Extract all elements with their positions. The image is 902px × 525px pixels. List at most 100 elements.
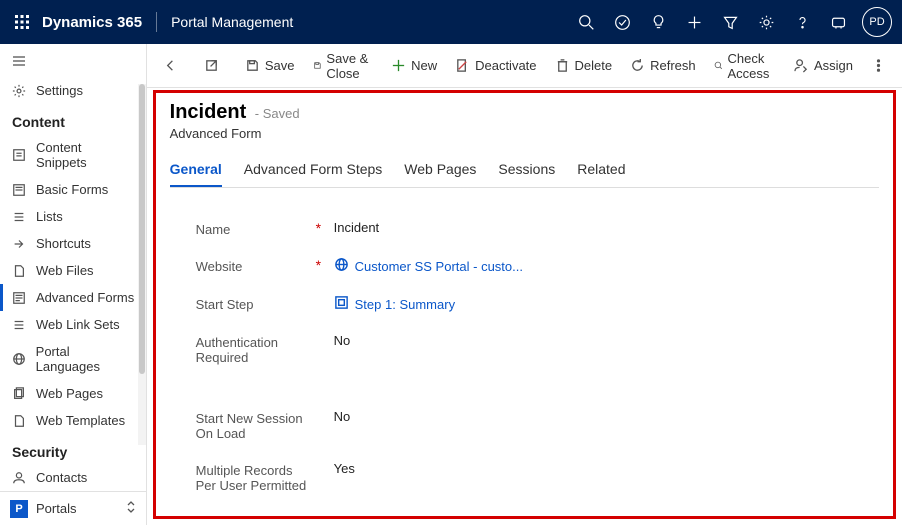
page-title: Incident xyxy=(170,101,247,124)
field-value: No xyxy=(334,333,351,348)
area-badge: P xyxy=(10,500,28,518)
field-label: Multiple Records Per User Permitted xyxy=(196,461,316,493)
field-label: Start Step xyxy=(196,295,316,312)
form-tabs: General Advanced Form Steps Web Pages Se… xyxy=(170,155,879,188)
check-access-label: Check Access xyxy=(728,51,776,81)
brand-label[interactable]: Dynamics 365 xyxy=(38,14,152,31)
refresh-button[interactable]: Refresh xyxy=(622,54,704,77)
sidebar-collapse-icon[interactable] xyxy=(0,48,146,77)
required-indicator: * xyxy=(316,220,334,236)
highlighted-region: Incident - Saved Advanced Form General A… xyxy=(153,90,896,519)
gear-icon[interactable] xyxy=(748,0,784,44)
new-button[interactable]: New xyxy=(383,54,445,77)
delete-button[interactable]: Delete xyxy=(547,54,621,77)
command-bar: Save Save & Close New Deactivate Delete … xyxy=(147,44,902,88)
sidebar-item-label: Shortcuts xyxy=(36,236,91,251)
tab-sessions[interactable]: Sessions xyxy=(498,155,555,187)
filter-icon[interactable] xyxy=(712,0,748,44)
sidebar-item-web-pages[interactable]: Web Pages xyxy=(0,380,146,407)
open-new-window-button[interactable] xyxy=(196,54,227,77)
snippet-icon xyxy=(10,148,28,162)
list-icon xyxy=(10,210,28,224)
template-icon xyxy=(10,414,28,428)
gear-icon xyxy=(10,84,28,98)
save-close-label: Save & Close xyxy=(326,51,373,81)
save-label: Save xyxy=(265,58,295,73)
sidebar-item-label: Web Templates xyxy=(36,413,125,428)
file-icon xyxy=(10,264,28,278)
tab-related[interactable]: Related xyxy=(577,155,625,187)
sidebar-item-basic-forms[interactable]: Basic Forms xyxy=(0,176,146,203)
sidebar-item-content-snippets[interactable]: Content Snippets xyxy=(0,134,146,176)
field-multiple-records[interactable]: Multiple Records Per User Permitted Yes xyxy=(196,451,853,503)
back-button[interactable] xyxy=(155,54,186,77)
app-launcher-icon[interactable] xyxy=(6,15,38,29)
globe-icon xyxy=(334,257,349,275)
more-commands-button[interactable] xyxy=(863,54,894,77)
start-step-link-text: Step 1: Summary xyxy=(355,297,455,312)
sidebar-item-shortcuts[interactable]: Shortcuts xyxy=(0,230,146,257)
form-body: Name * Incident Website * Customer SS Po… xyxy=(170,188,879,511)
step-icon xyxy=(334,295,349,313)
field-website[interactable]: Website * Customer SS Portal - custo... xyxy=(196,247,853,285)
scrollbar-thumb[interactable] xyxy=(139,84,145,374)
field-value: Incident xyxy=(334,220,380,235)
field-start-new-session[interactable]: Start New Session On Load No xyxy=(196,399,853,451)
area-switcher[interactable]: P Portals xyxy=(0,491,146,525)
sidebar-scrollbar[interactable] xyxy=(138,84,146,445)
tab-web-pages[interactable]: Web Pages xyxy=(404,155,476,187)
required-indicator: * xyxy=(316,257,334,273)
task-icon[interactable] xyxy=(604,0,640,44)
sidebar: Settings Content Content Snippets Basic … xyxy=(0,44,147,525)
links-icon xyxy=(10,318,28,332)
save-button[interactable]: Save xyxy=(237,54,303,77)
sidebar-item-web-files[interactable]: Web Files xyxy=(0,257,146,284)
field-label: Authentication Required xyxy=(196,333,316,365)
field-label: Start New Session On Load xyxy=(196,409,316,441)
header-divider xyxy=(156,12,157,32)
assign-button[interactable]: Assign xyxy=(786,54,861,77)
tab-advanced-form-steps[interactable]: Advanced Form Steps xyxy=(244,155,383,187)
sidebar-item-settings[interactable]: Settings xyxy=(0,77,146,104)
save-close-button[interactable]: Save & Close xyxy=(305,47,382,85)
sidebar-item-lists[interactable]: Lists xyxy=(0,203,146,230)
sidebar-item-advanced-forms[interactable]: Advanced Forms xyxy=(0,284,146,311)
tab-general[interactable]: General xyxy=(170,155,222,187)
field-value[interactable]: Customer SS Portal - custo... xyxy=(334,257,523,275)
sidebar-item-web-templates[interactable]: Web Templates xyxy=(0,407,146,434)
sidebar-item-label: Settings xyxy=(36,83,83,98)
deactivate-label: Deactivate xyxy=(475,58,536,73)
new-label: New xyxy=(411,58,437,73)
assign-label: Assign xyxy=(814,58,853,73)
add-icon[interactable] xyxy=(676,0,712,44)
globe-icon xyxy=(10,352,28,366)
help-icon[interactable] xyxy=(784,0,820,44)
sidebar-section-content: Content xyxy=(0,104,146,134)
delete-label: Delete xyxy=(575,58,613,73)
deactivate-button[interactable]: Deactivate xyxy=(447,54,544,77)
refresh-label: Refresh xyxy=(650,58,696,73)
search-icon[interactable] xyxy=(568,0,604,44)
field-auth-required[interactable]: Authentication Required No xyxy=(196,323,853,375)
sidebar-item-contacts[interactable]: Contacts xyxy=(0,464,146,491)
save-status: - Saved xyxy=(255,106,300,121)
sidebar-item-label: Contacts xyxy=(36,470,87,485)
avatar-initials: PD xyxy=(869,16,884,28)
field-label: Name xyxy=(196,220,316,237)
field-name[interactable]: Name * Incident xyxy=(196,210,853,247)
user-avatar[interactable]: PD xyxy=(862,7,892,37)
app-name[interactable]: Portal Management xyxy=(161,14,303,30)
sidebar-item-label: Web Link Sets xyxy=(36,317,120,332)
lightbulb-icon[interactable] xyxy=(640,0,676,44)
sidebar-item-label: Content Snippets xyxy=(36,140,136,170)
check-access-button[interactable]: Check Access xyxy=(706,47,784,85)
form-icon xyxy=(10,183,28,197)
sidebar-item-web-link-sets[interactable]: Web Link Sets xyxy=(0,311,146,338)
field-start-step[interactable]: Start Step Step 1: Summary xyxy=(196,285,853,323)
sidebar-item-label: Web Files xyxy=(36,263,94,278)
field-value: No xyxy=(334,409,351,424)
field-value[interactable]: Step 1: Summary xyxy=(334,295,455,313)
assistant-icon[interactable] xyxy=(820,0,856,44)
main-pane: Save Save & Close New Deactivate Delete … xyxy=(147,44,902,525)
sidebar-item-portal-languages[interactable]: Portal Languages xyxy=(0,338,146,380)
